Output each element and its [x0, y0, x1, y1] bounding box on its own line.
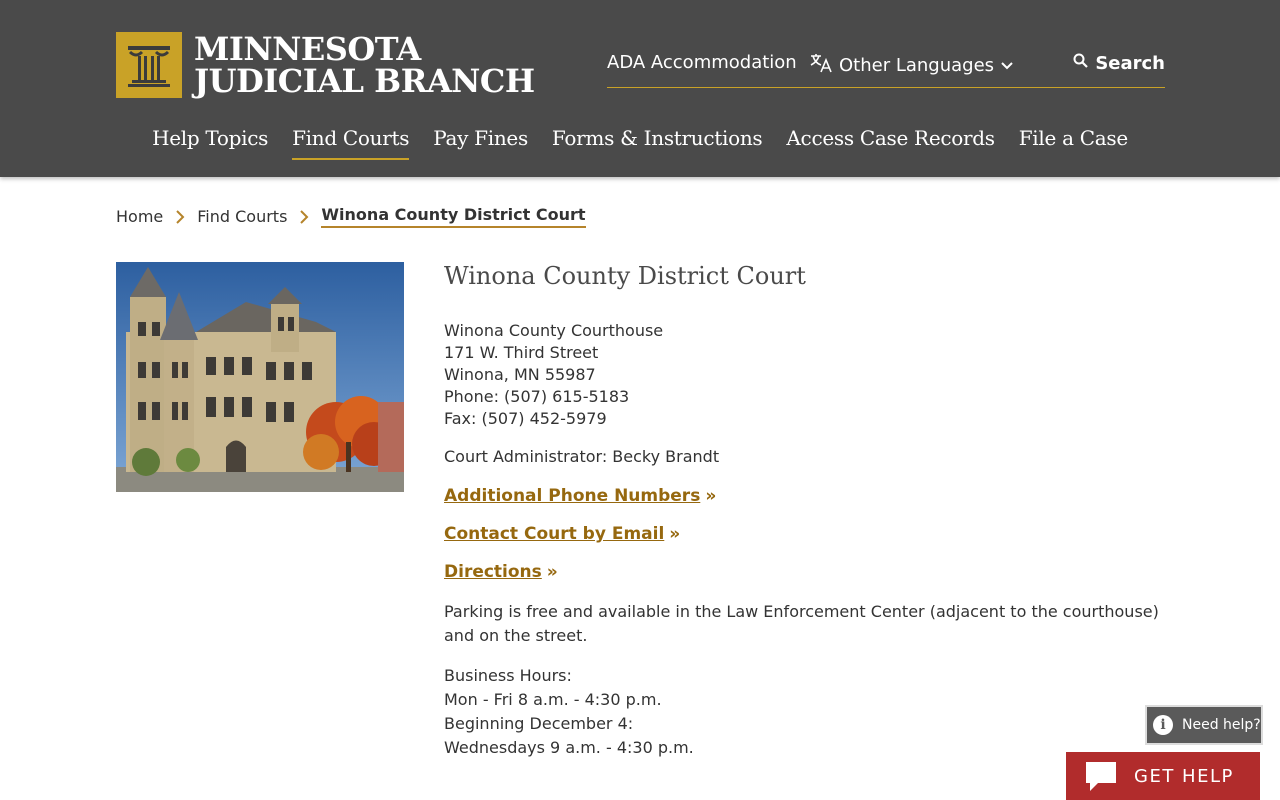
court-address: Winona County Courthouse 171 W. Third St…	[444, 320, 1164, 430]
logo-line-1: MINNESOTA	[194, 30, 421, 68]
main-navigation: Help Topics Find Courts Pay Fines Forms …	[0, 126, 1280, 160]
nav-access-case-records[interactable]: Access Case Records	[786, 126, 995, 160]
search-label: Search	[1095, 53, 1165, 74]
address-line: Winona County Courthouse	[444, 321, 664, 340]
breadcrumb-home[interactable]: Home	[116, 207, 163, 226]
search-icon	[1073, 53, 1089, 74]
hours-line: Beginning December 4:	[444, 714, 634, 733]
translate-icon	[809, 52, 833, 79]
address-line: Winona, MN 55987	[444, 365, 596, 384]
contact-court-email-link[interactable]: Contact Court by Email»	[444, 524, 1164, 544]
link-label: Contact Court by Email	[444, 524, 665, 544]
need-help-label: Need help?	[1182, 717, 1261, 733]
page-title: Winona County District Court	[444, 262, 806, 290]
hours-line: Business Hours:	[444, 666, 572, 685]
link-label: Directions	[444, 562, 542, 582]
link-arrow: »	[669, 524, 681, 544]
address-line: 171 W. Third Street	[444, 343, 599, 362]
search-button[interactable]: Search	[1073, 53, 1165, 74]
breadcrumb-current: Winona County District Court	[321, 205, 586, 228]
business-hours: Business Hours: Mon - Fri 8 a.m. - 4:30 …	[444, 664, 1164, 760]
nav-find-courts[interactable]: Find Courts	[292, 126, 410, 160]
link-label: Additional Phone Numbers	[444, 486, 701, 506]
pillar-logo-icon	[116, 32, 182, 98]
chat-bubble-icon	[1084, 759, 1118, 793]
utility-bar: ADA Accommodation Other Languages Search	[607, 50, 1165, 88]
chevron-right-icon	[299, 209, 309, 224]
nav-file-a-case[interactable]: File a Case	[1019, 126, 1128, 160]
ada-accommodation-link[interactable]: ADA Accommodation	[607, 52, 797, 73]
court-details: Winona County District Court Winona Coun…	[444, 262, 1164, 760]
link-arrow: »	[705, 486, 717, 506]
courthouse-photo	[116, 262, 404, 492]
directions-link[interactable]: Directions»	[444, 562, 1164, 582]
parking-info: Parking is free and available in the Law…	[444, 602, 1159, 645]
hours-line: Mon - Fri 8 a.m. - 4:30 p.m.	[444, 690, 662, 709]
fax-number: Fax: (507) 452-5979	[444, 409, 607, 428]
get-help-button[interactable]: GET HELP	[1066, 752, 1260, 800]
breadcrumb: Home Find Courts Winona County District …	[116, 205, 586, 228]
link-arrow: »	[546, 562, 558, 582]
nav-forms-instructions[interactable]: Forms & Instructions	[552, 126, 763, 160]
breadcrumb-find-courts[interactable]: Find Courts	[197, 207, 287, 226]
site-logo[interactable]: MINNESOTA JUDICIAL BRANCH	[116, 32, 535, 98]
nav-help-topics[interactable]: Help Topics	[152, 126, 268, 160]
chevron-right-icon	[175, 209, 185, 224]
hours-line: Wednesdays 9 a.m. - 4:30 p.m.	[444, 738, 694, 757]
other-languages-label: Other Languages	[839, 55, 995, 76]
court-administrator: Court Administrator: Becky Brandt	[444, 447, 720, 466]
chevron-down-icon	[1000, 55, 1014, 76]
nav-pay-fines[interactable]: Pay Fines	[433, 126, 528, 160]
additional-phone-numbers-link[interactable]: Additional Phone Numbers»	[444, 486, 1164, 506]
info-icon: i	[1153, 715, 1173, 735]
phone-number: Phone: (507) 615-5183	[444, 387, 630, 406]
other-languages-dropdown[interactable]: Other Languages	[809, 52, 1014, 79]
get-help-label: GET HELP	[1134, 765, 1234, 787]
site-header: MINNESOTA JUDICIAL BRANCH ADA Accommodat…	[0, 0, 1280, 177]
logo-line-2: JUDICIAL BRANCH	[194, 62, 535, 100]
site-logo-text: MINNESOTA JUDICIAL BRANCH	[194, 33, 535, 97]
need-help-button[interactable]: i Need help?	[1145, 705, 1263, 745]
